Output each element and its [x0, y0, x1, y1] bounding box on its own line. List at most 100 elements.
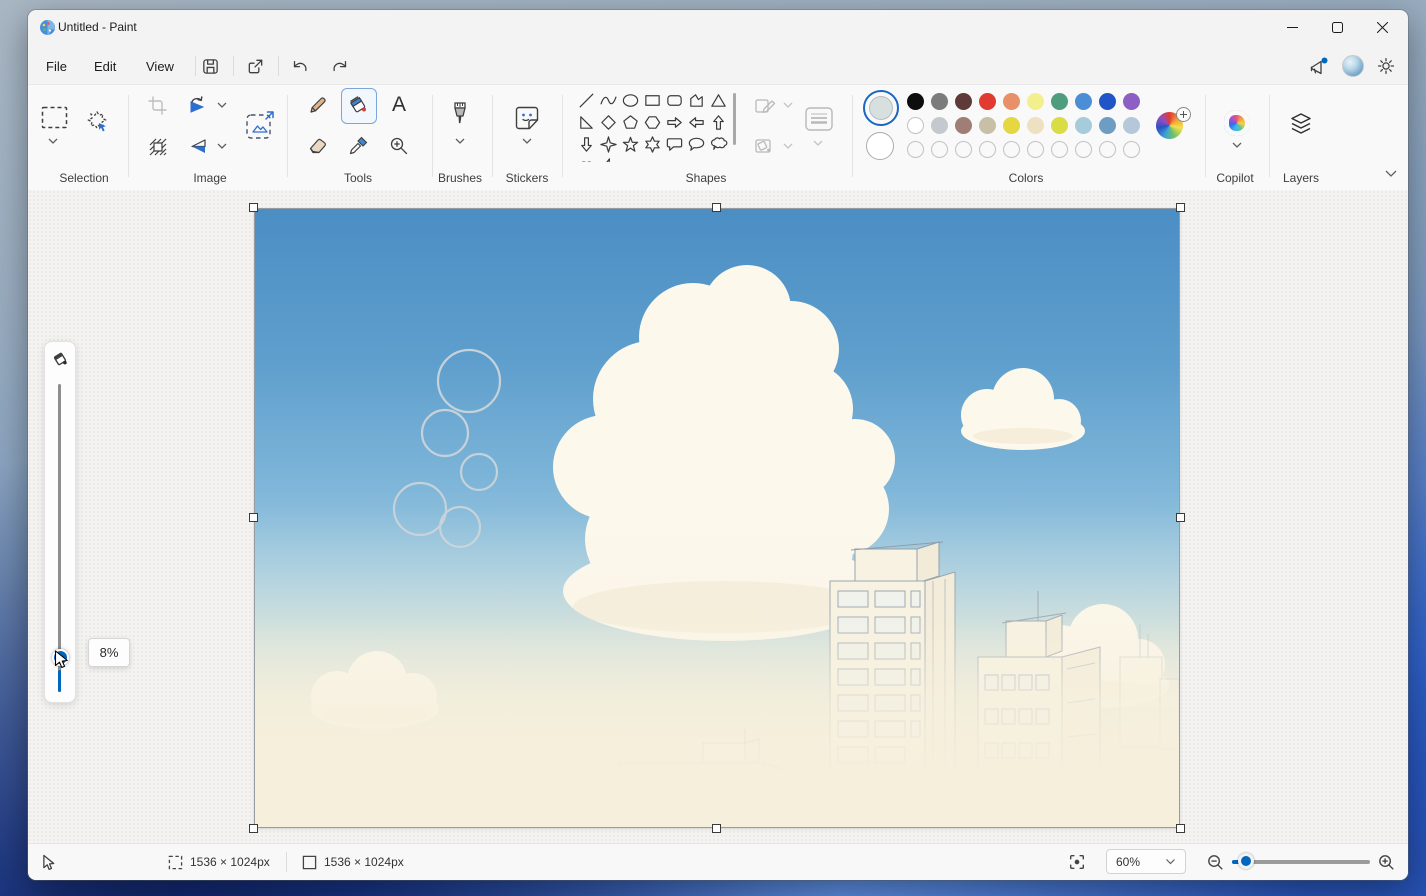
palette-color-r1-9[interactable] [1123, 93, 1140, 110]
shape-arrow-right-icon[interactable] [663, 111, 685, 133]
free-select-icon[interactable] [84, 109, 111, 136]
shape-arrow-down-icon[interactable] [575, 133, 597, 155]
selection-handle-top-left[interactable] [249, 203, 258, 212]
palette-color-r2-7[interactable] [1075, 117, 1092, 134]
selection-handle-middle-right[interactable] [1176, 513, 1185, 522]
shapes-scrollbar[interactable] [733, 93, 736, 145]
palette-color-r2-8[interactable] [1099, 117, 1116, 134]
palette-color-r2-9[interactable] [1123, 117, 1140, 134]
palette-color-r1-4[interactable] [1003, 93, 1020, 110]
background-color-swatch[interactable] [866, 132, 894, 160]
shape-oval-icon[interactable] [619, 89, 641, 111]
shape-triangle-icon[interactable] [707, 89, 729, 111]
palette-color-r1-5[interactable] [1027, 93, 1044, 110]
palette-color-r1-0[interactable] [907, 93, 924, 110]
shape-callout-rounded-icon[interactable] [663, 133, 685, 155]
shape-callout-oval-icon[interactable] [685, 133, 707, 155]
menu-file[interactable]: File [36, 53, 77, 79]
zoom-in-button[interactable] [1377, 844, 1396, 880]
undo-button[interactable] [289, 55, 311, 77]
shape-star-five-icon[interactable] [619, 133, 641, 155]
shape-rectangle-icon[interactable] [641, 89, 663, 111]
maximize-button[interactable] [1314, 11, 1360, 44]
layers-icon[interactable] [1287, 111, 1315, 137]
fill-tool-icon[interactable] [347, 94, 369, 116]
palette-color-r2-1[interactable] [931, 117, 948, 134]
rotate-icon[interactable] [187, 95, 209, 116]
palette-empty-slot-8[interactable] [1099, 141, 1116, 158]
stickers-icon[interactable] [513, 104, 541, 132]
palette-color-r1-1[interactable] [931, 93, 948, 110]
copilot-icon[interactable] [1224, 110, 1250, 136]
zoom-slider-thumb[interactable] [1238, 853, 1254, 869]
shape-arrow-left-icon[interactable] [685, 111, 707, 133]
feedback-icon[interactable] [1307, 55, 1329, 77]
palette-empty-slot-6[interactable] [1051, 141, 1068, 158]
fill-tolerance-track[interactable] [58, 384, 61, 692]
fit-to-screen-button[interactable] [1068, 844, 1086, 880]
menu-edit[interactable]: Edit [84, 53, 126, 79]
palette-color-r2-3[interactable] [979, 117, 996, 134]
save-button[interactable] [199, 55, 221, 77]
selection-handle-bottom-right[interactable] [1176, 824, 1185, 833]
palette-color-r1-6[interactable] [1051, 93, 1068, 110]
flip-icon[interactable] [187, 136, 209, 157]
pencil-tool-icon[interactable] [307, 94, 329, 116]
settings-gear-icon[interactable] [1375, 55, 1397, 77]
palette-empty-slot-4[interactable] [1003, 141, 1020, 158]
palette-empty-slot-5[interactable] [1027, 141, 1044, 158]
palette-empty-slot-2[interactable] [955, 141, 972, 158]
shape-callout-cloud-icon[interactable] [707, 133, 729, 155]
selection-handle-top-center[interactable] [712, 203, 721, 212]
shape-polygon-icon[interactable] [685, 89, 707, 111]
shape-heart-icon[interactable] [575, 155, 597, 162]
palette-empty-slot-7[interactable] [1075, 141, 1092, 158]
palette-empty-slot-0[interactable] [907, 141, 924, 158]
copilot-dropdown-chevron-icon[interactable] [1231, 141, 1243, 149]
shape-curve-icon[interactable] [597, 89, 619, 111]
palette-color-r2-0[interactable] [907, 117, 924, 134]
image-resize-icon[interactable] [244, 109, 276, 141]
minimize-button[interactable] [1269, 11, 1315, 44]
rotate-dropdown-chevron-icon[interactable] [216, 101, 228, 109]
palette-color-r1-7[interactable] [1075, 93, 1092, 110]
selection-dropdown-chevron-icon[interactable] [47, 137, 59, 145]
menu-view[interactable]: View [136, 53, 184, 79]
redo-button[interactable] [329, 55, 351, 77]
palette-color-r2-4[interactable] [1003, 117, 1020, 134]
canvas[interactable] [255, 209, 1179, 827]
selection-handle-middle-left[interactable] [249, 513, 258, 522]
foreground-color-swatch[interactable] [863, 90, 899, 126]
zoom-out-button[interactable] [1206, 844, 1225, 880]
rectangle-select-icon[interactable] [41, 106, 68, 129]
text-tool-icon[interactable]: A [389, 93, 409, 117]
shape-rounded-rectangle-icon[interactable] [663, 89, 685, 111]
palette-color-r1-2[interactable] [955, 93, 972, 110]
palette-color-r2-2[interactable] [955, 117, 972, 134]
palette-color-r1-3[interactable] [979, 93, 996, 110]
selection-handle-top-right[interactable] [1176, 203, 1185, 212]
palette-empty-slot-1[interactable] [931, 141, 948, 158]
palette-empty-slot-3[interactable] [979, 141, 996, 158]
palette-color-r2-6[interactable] [1051, 117, 1068, 134]
zoom-level-dropdown[interactable]: 60% [1106, 849, 1186, 874]
account-avatar[interactable] [1342, 55, 1364, 77]
color-picker-tool-icon[interactable] [347, 135, 369, 157]
close-button[interactable] [1359, 11, 1405, 44]
shape-right-triangle-icon[interactable] [575, 111, 597, 133]
selection-handle-bottom-left[interactable] [249, 824, 258, 833]
brushes-icon[interactable] [448, 101, 472, 131]
stickers-dropdown-chevron-icon[interactable] [521, 137, 533, 145]
palette-color-r1-8[interactable] [1099, 93, 1116, 110]
shape-star-four-icon[interactable] [597, 133, 619, 155]
shape-pentagon-icon[interactable] [619, 111, 641, 133]
shape-lightning-icon[interactable] [597, 155, 619, 162]
flip-dropdown-chevron-icon[interactable] [216, 142, 228, 150]
shape-arrow-up-icon[interactable] [707, 111, 729, 133]
brushes-dropdown-chevron-icon[interactable] [454, 137, 466, 145]
magnifier-tool-icon[interactable] [388, 135, 410, 157]
share-button[interactable] [244, 55, 266, 77]
palette-color-r2-5[interactable] [1027, 117, 1044, 134]
collapse-ribbon-chevron-icon[interactable] [1384, 169, 1398, 178]
eraser-tool-icon[interactable] [307, 135, 329, 157]
